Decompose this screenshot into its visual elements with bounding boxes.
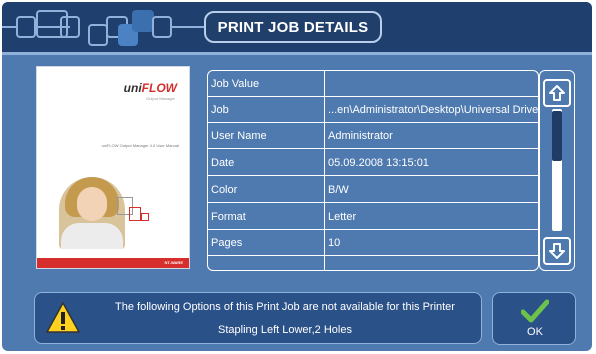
unavailable-option-text: Stapling Left Lower,2 Holes: [218, 324, 352, 336]
row-key: Pages: [211, 237, 243, 249]
table-scrollbar[interactable]: [539, 70, 575, 271]
table-row: Format Letter: [208, 204, 538, 230]
row-key: Date: [211, 157, 235, 169]
document-title: uniFLOW Output Manager 4.0 User Manual: [101, 143, 179, 148]
title-separator: [2, 52, 592, 55]
table-row: Job ...en\Administrator\Desktop\Universa…: [208, 97, 539, 123]
cover-footer-bar: NT-WARE: [37, 258, 189, 268]
arrow-down-icon: [549, 243, 565, 259]
row-key: Format: [211, 211, 246, 223]
job-details-table: Job Value Job ...en\Administrator\Deskto…: [207, 70, 539, 271]
row-key: Job: [211, 104, 229, 116]
row-value: B/W: [328, 184, 349, 196]
window-title: PRINT JOB DETAILS: [204, 11, 382, 43]
row-key: Color: [211, 184, 238, 196]
ok-button-label: OK: [527, 326, 543, 338]
row-value: Administrator: [328, 130, 393, 142]
row-value: 05.09.2008 13:15:01: [328, 157, 429, 169]
warning-text: The following Options of this Print Job …: [115, 301, 455, 313]
arrow-up-icon: [549, 85, 565, 101]
cover-photo: [59, 177, 125, 249]
table-row: User Name Administrator: [208, 123, 538, 149]
checkmark-icon: [521, 299, 549, 323]
scroll-up-button[interactable]: [543, 79, 571, 107]
table-row: Color B/W: [208, 177, 538, 203]
warning-message-box: The following Options of this Print Job …: [34, 292, 482, 344]
warning-icon: [46, 302, 80, 333]
row-value: Letter: [328, 211, 357, 223]
row-value: 10: [328, 237, 341, 249]
cover-decoration: [129, 207, 141, 221]
document-preview: uniFLOW Output Manager uniFLOW Output Ma…: [36, 66, 190, 269]
table-row: Pages 10: [208, 230, 538, 256]
ok-button[interactable]: OK: [492, 292, 576, 345]
title-bar: PRINT JOB DETAILS: [2, 2, 592, 52]
row-key: User Name: [211, 130, 267, 142]
scroll-down-button[interactable]: [543, 237, 571, 265]
print-job-details-window: PRINT JOB DETAILS uniFLOW Output Manager…: [2, 2, 592, 351]
table-row: Job Value: [208, 71, 538, 97]
cover-decoration: [141, 213, 149, 221]
logo-subtitle: Output Manager: [146, 96, 175, 101]
uniflow-logo: uniFLOW: [123, 81, 177, 95]
row-value: ...en\Administrator\Desktop\Universal Dr…: [328, 104, 539, 116]
table-row: Date 05.09.2008 13:15:01: [208, 150, 538, 176]
scroll-thumb[interactable]: [552, 111, 562, 161]
row-key: Job Value: [211, 78, 260, 90]
